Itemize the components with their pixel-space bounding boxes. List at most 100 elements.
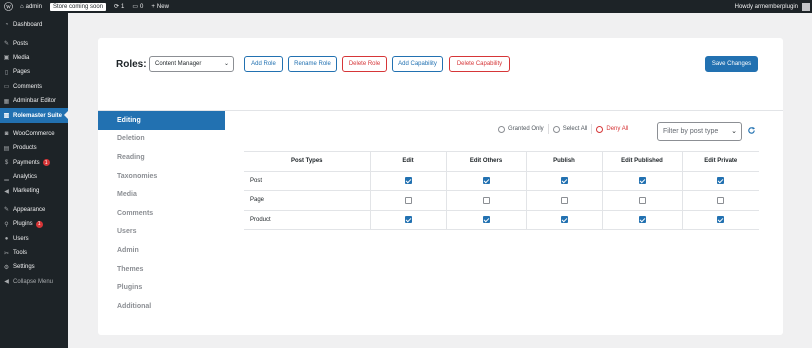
coming-soon-link[interactable]: Store coming soon	[46, 0, 110, 13]
sidebar-item-label: WooCommerce	[13, 130, 55, 137]
sidebar-item-tools[interactable]: ✂ Tools	[0, 246, 68, 260]
tab-comments[interactable]: Comments	[98, 204, 225, 223]
sidebar-item-products[interactable]: ▤ Products	[0, 141, 68, 155]
delete-role-button[interactable]: Delete Role	[342, 56, 387, 72]
capability-checkbox[interactable]	[482, 196, 490, 204]
wrench-icon: ✂	[3, 250, 10, 257]
account-menu[interactable]: Howdy armemberplugin	[731, 0, 812, 13]
deny-all-radio[interactable]: Deny All	[596, 125, 628, 133]
coming-soon-badge: Store coming soon	[49, 2, 106, 11]
sidebar-item-marketing[interactable]: ◀ Marketing	[0, 184, 68, 198]
refresh-icon[interactable]	[746, 124, 756, 136]
tab-additional[interactable]: Additional	[98, 297, 225, 316]
tab-users[interactable]: Users	[98, 223, 225, 242]
refresh-icon: ⟳	[114, 4, 120, 10]
new-content-link[interactable]: + New	[147, 0, 173, 13]
wordpress-logo-icon[interactable]: W	[0, 0, 16, 13]
add-role-button[interactable]: Add Role	[244, 56, 283, 72]
sidebar-item-adminbar-editor[interactable]: ▦ Adminbar Editor	[0, 94, 68, 108]
column-header: Edit Private	[681, 151, 759, 172]
updates-link[interactable]: ⟳ 1	[110, 0, 128, 13]
sidebar-item-users[interactable]: ● Users	[0, 231, 68, 245]
column-header: Edit Published	[601, 151, 682, 172]
sidebar-item-dashboard[interactable]: ◔ Dashboard	[0, 18, 68, 32]
tab-taxonomies[interactable]: Taxonomies	[98, 167, 225, 186]
site-name-label: admin	[25, 3, 42, 10]
sidebar-item-payments[interactable]: $ Payments 1	[0, 156, 68, 170]
capability-checkbox[interactable]	[638, 196, 646, 204]
tab-themes[interactable]: Themes	[98, 260, 225, 279]
sidebar-item-label: Marketing	[13, 188, 40, 195]
capability-checkbox[interactable]	[717, 196, 725, 204]
capability-cell	[601, 210, 682, 230]
sidebar-item-rolemaster-suite[interactable]: ▥ Rolemaster Suite	[0, 108, 68, 123]
capability-checkbox[interactable]	[404, 216, 412, 224]
rename-role-button[interactable]: Rename Role	[288, 56, 337, 72]
capability-checkbox[interactable]	[560, 216, 568, 224]
avatar	[802, 2, 810, 11]
capability-cell	[681, 171, 759, 191]
capabilities-table: Post Types Edit Edit Others Publish Edit…	[244, 151, 759, 230]
sidebar-item-posts[interactable]: ✎ Posts	[0, 36, 68, 50]
radio-circle	[498, 125, 505, 133]
brush-icon: ✎	[3, 207, 10, 214]
capability-checkbox[interactable]	[482, 216, 490, 224]
capability-checkbox[interactable]	[560, 196, 568, 204]
box-icon: ▤	[3, 145, 10, 152]
tab-media[interactable]: Media	[98, 185, 225, 204]
sidebar-item-plugins[interactable]: ⚲ Plugins 1	[0, 217, 68, 231]
select-all-radio[interactable]: Select All	[552, 125, 587, 133]
radio-circle	[596, 125, 604, 133]
capability-checkbox[interactable]	[717, 216, 725, 224]
plus-icon: +	[151, 3, 155, 10]
site-name-link[interactable]: ⌂ admin	[16, 0, 46, 13]
sidebar-item-analytics[interactable]: ▁ Analytics	[0, 170, 68, 184]
capability-checkbox[interactable]	[638, 216, 646, 224]
capability-cell	[601, 171, 682, 191]
sidebar-item-settings[interactable]: ⚙ Settings	[0, 260, 68, 274]
capability-cell	[369, 190, 446, 211]
sidebar-item-comments[interactable]: ▭ Comments	[0, 80, 68, 94]
tab-plugins[interactable]: Plugins	[98, 278, 225, 297]
sidebar-item-label: Dashboard	[13, 22, 43, 29]
sidebar-item-label: Comments	[13, 83, 43, 90]
sidebar-item-appearance[interactable]: ✎ Appearance	[0, 203, 68, 217]
roles-label: Roles:	[116, 59, 147, 70]
sidebar-item-label: Rolemaster Suite	[13, 112, 63, 119]
post-type-cell: Post	[244, 171, 370, 191]
add-capability-button[interactable]: Add Capability	[392, 56, 443, 72]
capability-cell	[445, 210, 526, 230]
sidebar-item-pages[interactable]: ▯ Pages	[0, 65, 68, 79]
save-changes-button[interactable]: Save Changes	[705, 56, 758, 72]
collapse-menu-button[interactable]: ◀ Collapse Menu	[0, 275, 68, 289]
capability-checkbox[interactable]	[717, 177, 725, 185]
delete-capability-button[interactable]: Delete Capability	[449, 56, 510, 72]
home-icon: ⌂	[20, 3, 24, 10]
capability-checkbox[interactable]	[638, 177, 646, 185]
sidebar-item-woocommerce[interactable]: ◙ WooCommerce	[0, 127, 68, 141]
plugins-count-badge: 1	[35, 220, 43, 228]
comments-link[interactable]: ▭ 0	[128, 0, 147, 13]
capability-checkbox[interactable]	[560, 177, 568, 185]
tab-deletion[interactable]: Deletion	[98, 130, 225, 149]
table-row: Post	[244, 171, 759, 191]
sidebar-item-media[interactable]: ▣ Media	[0, 51, 68, 65]
column-header: Publish	[525, 151, 602, 172]
capability-checkbox[interactable]	[404, 196, 412, 204]
capability-checkbox[interactable]	[482, 177, 490, 185]
tab-reading[interactable]: Reading	[98, 148, 225, 167]
tab-admin[interactable]: Admin	[98, 241, 225, 260]
post-type-filter-select[interactable]: Filter by post type ⌄	[657, 122, 742, 141]
card-icon: $	[4, 159, 9, 166]
column-header: Edit Others	[445, 151, 526, 172]
building-icon: ▥	[3, 113, 10, 120]
granted-only-radio[interactable]: Granted Only	[498, 125, 544, 133]
tab-editing[interactable]: Editing	[98, 111, 225, 130]
sidebar-item-label: Pages	[13, 69, 31, 76]
updates-count: 1	[121, 3, 125, 10]
role-select[interactable]: Content Manager ⌄	[149, 56, 234, 72]
role-select-value: Content Manager	[155, 61, 202, 67]
capability-checkbox[interactable]	[404, 177, 412, 185]
admin-bar: W ⌂ admin Store coming soon ⟳ 1 ▭ 0 + Ne…	[0, 0, 812, 13]
table-header-row: Post Types Edit Edit Others Publish Edit…	[244, 151, 759, 172]
